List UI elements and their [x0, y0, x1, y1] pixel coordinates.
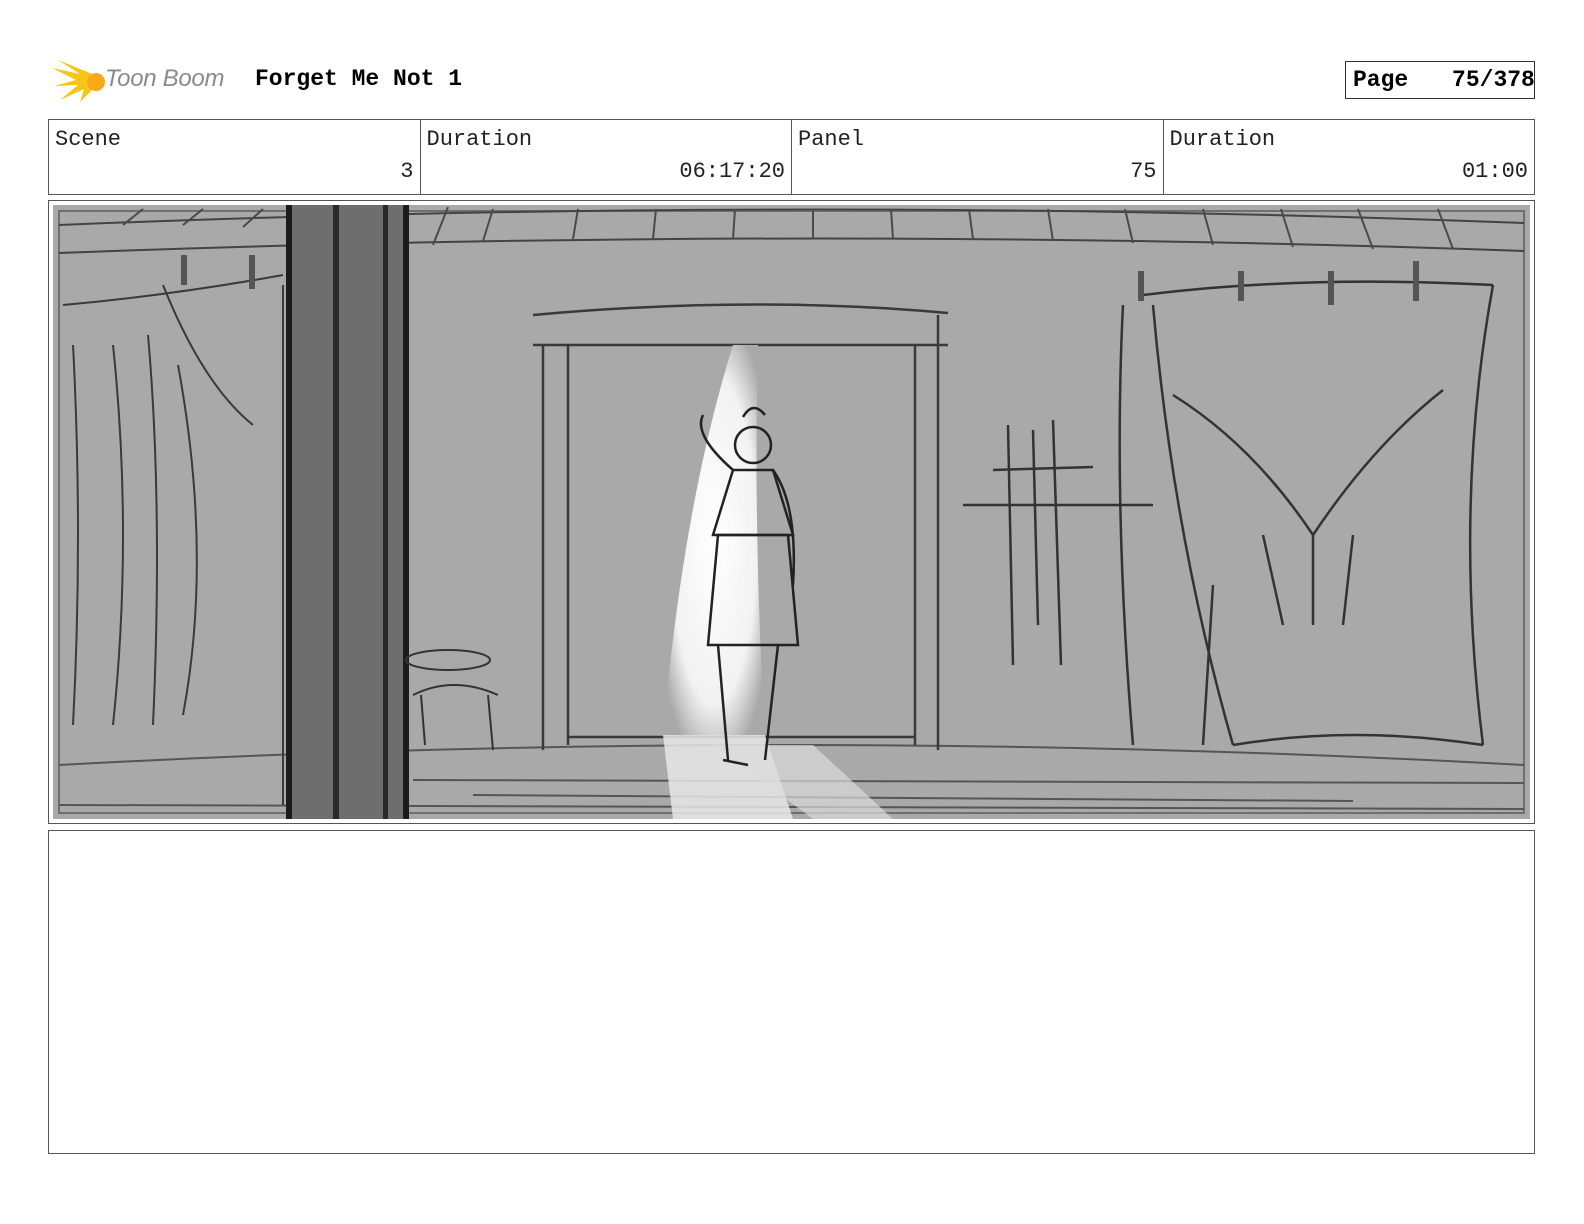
- starburst-icon: [52, 60, 105, 102]
- panel-value: 75: [1130, 159, 1157, 184]
- scene-duration-cell: Duration 06:17:20: [419, 120, 792, 194]
- scene-cell: Scene 3: [49, 120, 420, 194]
- scene-info-table: Scene 3 Duration 06:17:20 Panel 75 Durat…: [48, 119, 1535, 195]
- panel-duration-label: Duration: [1169, 127, 1276, 152]
- panel-duration-value: 01:00: [1461, 159, 1528, 184]
- scene-value: 3: [400, 159, 414, 184]
- page-indicator: Page 75/378: [1345, 61, 1535, 99]
- storyboard-sketch-image: [53, 205, 1530, 819]
- panel-label: Panel: [798, 127, 865, 152]
- scene-label: Scene: [55, 127, 122, 152]
- toon-boom-logo: Toon Boom: [50, 56, 240, 106]
- panel-duration-cell: Duration 01:00: [1162, 120, 1535, 194]
- panel-cell: Panel 75: [791, 120, 1163, 194]
- page-label: Page: [1353, 67, 1409, 93]
- panel-notes-box: [48, 830, 1535, 1154]
- storyboard-panel-frame: [48, 200, 1535, 824]
- logo-text: Toon Boom: [105, 65, 225, 92]
- scene-duration-value: 06:17:20: [679, 159, 785, 184]
- scene-duration-label: Duration: [426, 127, 533, 152]
- page-number: 75/378: [1452, 67, 1535, 93]
- project-title: Forget Me Not 1: [255, 66, 463, 92]
